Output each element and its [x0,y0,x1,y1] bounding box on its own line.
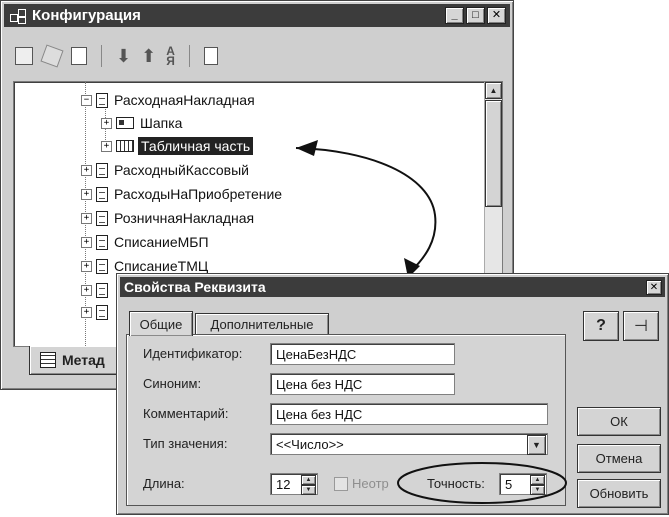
tree-item[interactable]: + РасходыНаПриобретение [81,184,282,204]
config-titlebar[interactable]: Конфигурация _ □ ✕ [4,4,510,27]
toolbar-separator [188,45,190,67]
scroll-thumb[interactable] [485,100,502,207]
tree-item-selected[interactable]: + Табличная часть [101,136,254,156]
synonym-label: Синоним: [143,376,202,391]
ok-button[interactable]: ОК [577,407,661,436]
spin-down-icon[interactable]: ▼ [301,485,316,495]
tab-general[interactable]: Общие [129,311,193,336]
pin-icon: ⊣ [634,318,648,335]
dropdown-arrow-icon[interactable]: ▼ [527,435,546,455]
tree-item[interactable]: + СписаниеМБП [81,232,209,252]
config-toolbar: ⬇ ⬆ AЯ [15,44,218,68]
tree-item[interactable]: − РасходнаяНакладная [81,90,255,110]
header-icon [116,117,134,129]
identifier-input[interactable]: ЦенаБезНДС [270,343,455,365]
tree-item[interactable]: + РозничнаяНакладная [81,208,254,228]
tab-additional[interactable]: Дополнительные [195,313,329,335]
expand-icon[interactable]: + [81,212,92,224]
type-label: Тип значения: [143,436,228,451]
table-icon [116,140,134,152]
help-button[interactable]: ? [583,311,619,341]
expand-icon[interactable]: + [81,284,92,296]
expand-icon[interactable]: + [81,236,92,248]
document-icon [96,304,108,320]
properties-icon[interactable] [203,47,218,65]
document-icon [96,186,108,202]
cancel-button[interactable]: Отмена [577,444,661,473]
dialog-titlebar[interactable]: Свойства Реквизита ✕ [120,277,665,297]
tab-panel: Идентификатор: ЦенаБезНДС Синоним: Цена … [126,334,567,506]
scroll-up-button[interactable]: ▲ [485,82,502,99]
tree-item[interactable]: + Шапка [101,113,182,133]
document-icon [96,162,108,178]
document-icon [96,282,108,298]
length-spin-buttons[interactable]: ▲ ▼ [301,475,316,495]
config-app-icon [10,8,26,24]
type-select[interactable]: <<Число>> ▼ [270,433,548,455]
help-icon: ? [596,317,606,334]
pin-button[interactable]: ⊣ [623,311,659,341]
minimize-button[interactable]: _ [445,7,464,24]
synonym-input[interactable]: Цена без НДС [270,373,455,395]
tree-item[interactable]: + [81,302,114,322]
maximize-button[interactable]: □ [466,7,485,24]
move-down-icon[interactable]: ⬇ [116,46,131,67]
document-icon [96,234,108,250]
sort-icon[interactable]: AЯ [166,45,175,67]
expand-icon[interactable]: + [81,164,92,176]
move-up-icon[interactable]: ⬆ [141,46,156,67]
config-title: Конфигурация [32,7,141,24]
nonnegative-checkbox[interactable] [334,477,348,491]
collapse-icon[interactable]: − [81,94,92,106]
length-label: Длина: [143,476,185,491]
expand-icon[interactable]: + [81,260,92,272]
delete-item-icon[interactable] [71,47,87,65]
expand-icon[interactable]: + [81,306,92,318]
document-icon [96,258,108,274]
length-stepper[interactable]: 12 ▲ ▼ [270,473,318,495]
nonnegative-label: Неотр [352,476,389,491]
dialog-close-button[interactable]: ✕ [646,279,662,295]
properties-dialog: Свойства Реквизита ✕ Общие Дополнительны… [116,273,669,515]
precision-highlight-ellipse [397,462,567,504]
close-button[interactable]: ✕ [487,7,506,24]
expand-icon[interactable]: + [81,188,92,200]
tree-item[interactable]: + [81,280,114,300]
toolbar-separator [101,45,102,67]
metadata-icon [40,352,56,368]
document-icon [96,92,108,108]
edit-item-icon[interactable] [40,44,64,68]
expand-icon[interactable]: + [101,117,112,129]
tree-item[interactable]: + РасходныйКассовый [81,160,249,180]
spin-up-icon[interactable]: ▲ [301,475,316,485]
dialog-title: Свойства Реквизита [124,279,266,295]
expand-icon[interactable]: + [101,140,112,152]
new-item-icon[interactable] [15,47,33,65]
comment-input[interactable]: Цена без НДС [270,403,548,425]
comment-label: Комментарий: [143,406,229,421]
identifier-label: Идентификатор: [143,346,243,361]
document-icon [96,210,108,226]
update-button[interactable]: Обновить [577,479,661,508]
